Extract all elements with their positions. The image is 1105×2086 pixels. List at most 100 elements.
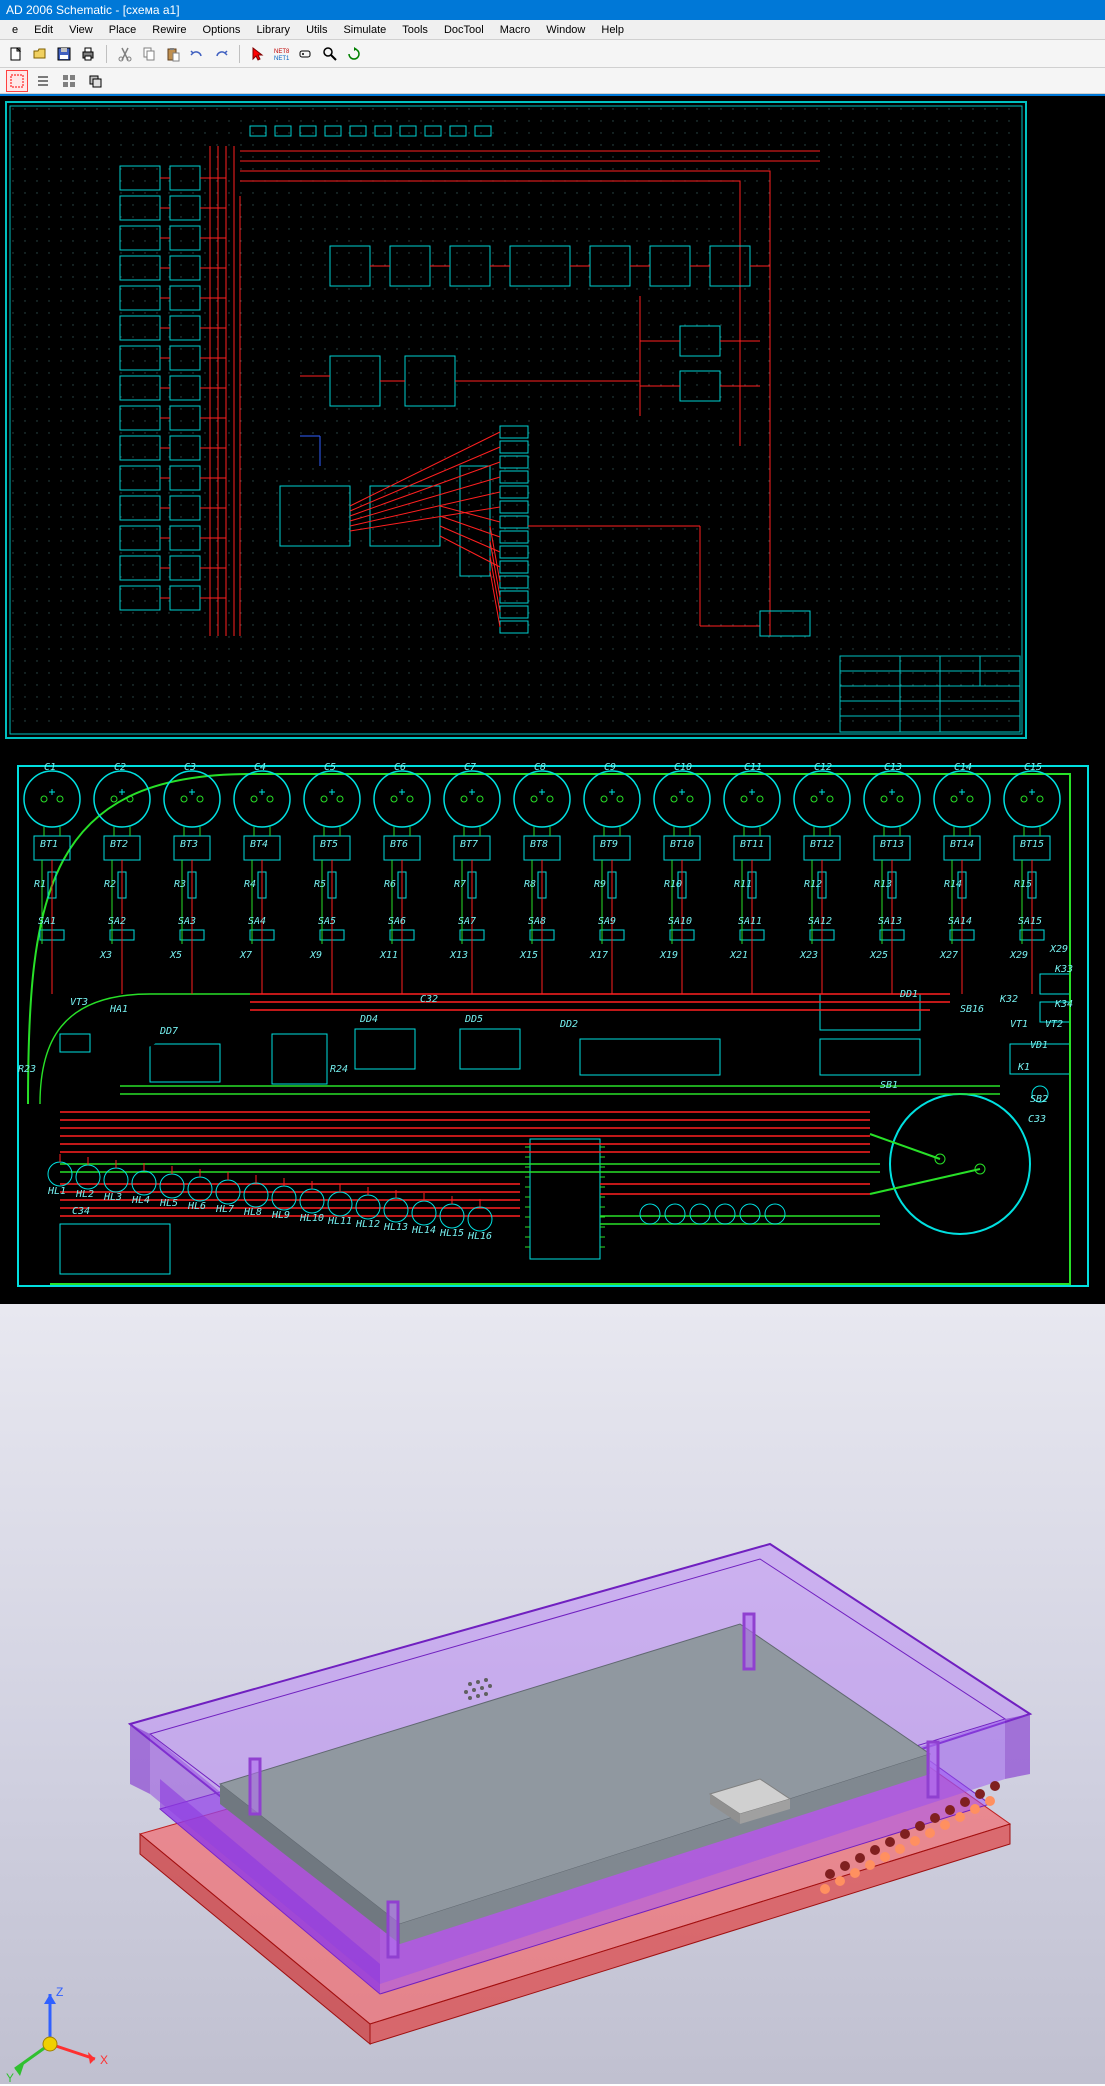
- pcb-label-HL3: HL3: [104, 1192, 122, 1203]
- pcb-label-BT14: BT14: [950, 839, 974, 850]
- menu-place[interactable]: Place: [101, 22, 145, 38]
- svg-text:NET8: NET8: [274, 49, 290, 55]
- pcb-label-VT2: VT2: [1045, 1019, 1063, 1030]
- layers-button[interactable]: [84, 70, 106, 92]
- pcb-label-R23: R23: [18, 1064, 36, 1075]
- axis-z-label: Z: [56, 1985, 63, 1999]
- pcb-label-HL8: HL8: [244, 1207, 262, 1218]
- pcb-label-SA4: SA4: [248, 916, 266, 927]
- schematic-svg: [0, 96, 1105, 744]
- menu-view[interactable]: View: [61, 22, 101, 38]
- pcb-label-BT8: BT8: [530, 839, 548, 850]
- paste-button[interactable]: [163, 44, 183, 64]
- new-button[interactable]: [6, 44, 26, 64]
- grid-mode-button[interactable]: [58, 70, 80, 92]
- save-button[interactable]: [54, 44, 74, 64]
- pcb-label-R9: R9: [594, 879, 606, 890]
- menu-edit[interactable]: Edit: [26, 22, 61, 38]
- pcb-label-BT9: BT9: [600, 839, 618, 850]
- zoom-button[interactable]: [320, 44, 340, 64]
- pcb-label-BT7: BT7: [460, 839, 478, 850]
- select-mode-button[interactable]: [6, 70, 28, 92]
- pcb-label-BT13: BT13: [880, 839, 904, 850]
- print-button[interactable]: [78, 44, 98, 64]
- pcb-label-SA2: SA2: [108, 916, 126, 927]
- pcb-label-SA10: SA10: [668, 916, 692, 927]
- 3d-view[interactable]: X Y Z: [0, 1304, 1105, 2084]
- redo-button[interactable]: [211, 44, 231, 64]
- pcb-label-VT1: VT1: [1010, 1019, 1028, 1030]
- pcb-label-X27: X27: [940, 950, 958, 961]
- pcb-label-HL6: HL6: [188, 1201, 206, 1212]
- pcb-label-C15: C15: [1024, 762, 1042, 773]
- pcb-label-SA9: SA9: [598, 916, 616, 927]
- pcb-label-BT5: BT5: [320, 839, 338, 850]
- open-button[interactable]: [30, 44, 50, 64]
- menu-library[interactable]: Library: [248, 22, 298, 38]
- pcb-label-HL2: HL2: [76, 1189, 94, 1200]
- pcb-label-HL16: HL16: [468, 1231, 492, 1242]
- pcb-label-HL15: HL15: [440, 1228, 464, 1239]
- menu-help[interactable]: Help: [593, 22, 632, 38]
- menu-doctool[interactable]: DocTool: [436, 22, 492, 38]
- select-tool-button[interactable]: [248, 44, 268, 64]
- pcb-label-K34: K34: [1055, 999, 1073, 1010]
- tag-button[interactable]: [296, 44, 316, 64]
- refresh-button[interactable]: [344, 44, 364, 64]
- pcb-label-DD7: DD7: [160, 1026, 178, 1037]
- copy-button[interactable]: [139, 44, 159, 64]
- menu-bar: e Edit View Place Rewire Options Library…: [0, 20, 1105, 40]
- pcb-label-K32: K32: [1000, 994, 1018, 1005]
- schematic-canvas[interactable]: [0, 94, 1105, 744]
- pcb-label-DD4: DD4: [360, 1014, 378, 1025]
- pcb-label-SA3: SA3: [178, 916, 196, 927]
- pcb-label-X29: X29: [1010, 950, 1028, 961]
- menu-tools[interactable]: Tools: [394, 22, 436, 38]
- pcb-label-C7: C7: [464, 762, 476, 773]
- pcb-label-DD1: DD1: [900, 989, 918, 1000]
- pcb-label-HA1: HA1: [110, 1004, 128, 1015]
- pcb-label-X23: X23: [800, 950, 818, 961]
- pcb-label-R14: R14: [944, 879, 962, 890]
- pcb-label-R4: R4: [244, 879, 256, 890]
- pcb-label-DD2: DD2: [560, 1019, 578, 1030]
- pcb-label-X25: X25: [870, 950, 888, 961]
- pcb-label-R7: R7: [454, 879, 466, 890]
- pcb-label-K33: K33: [1055, 964, 1073, 975]
- pcb-label-BT6: BT6: [390, 839, 408, 850]
- axis-y-label: Y: [6, 2071, 14, 2084]
- pcb-label-C14: C14: [954, 762, 972, 773]
- menu-options[interactable]: Options: [195, 22, 249, 38]
- cut-button[interactable]: [115, 44, 135, 64]
- pcb-label-SA1: SA1: [38, 916, 56, 927]
- mode-toolbar: [0, 68, 1105, 94]
- pcb-label-C4: C4: [254, 762, 266, 773]
- pcb-label-C11: C11: [744, 762, 762, 773]
- pcb-label-C8: C8: [534, 762, 546, 773]
- menu-utils[interactable]: Utils: [298, 22, 335, 38]
- net-name-button[interactable]: NET8NET1: [272, 44, 292, 64]
- menu-macro[interactable]: Macro: [492, 22, 539, 38]
- list-mode-button[interactable]: [32, 70, 54, 92]
- pcb-label-SA7: SA7: [458, 916, 476, 927]
- pcb-label-X15: X15: [520, 950, 538, 961]
- pcb-label-HL11: HL11: [328, 1216, 352, 1227]
- pcb-label-BT10: BT10: [670, 839, 694, 850]
- pcb-canvas[interactable]: C1BT1R1SA1C2BT2R2SA2C3BT3R3SA3C4BT4R4SA4…: [0, 744, 1105, 1304]
- menu-window[interactable]: Window: [538, 22, 593, 38]
- pcb-label-R12: R12: [804, 879, 822, 890]
- pcb-label-VT3: VT3: [70, 997, 88, 1008]
- main-toolbar: NET8NET1: [0, 40, 1105, 68]
- pcb-label-X5: X5: [170, 950, 182, 961]
- pcb-label-R24: R24: [330, 1064, 348, 1075]
- pcb-label-BT3: BT3: [180, 839, 198, 850]
- pcb-label-HL14: HL14: [412, 1225, 436, 1236]
- menu-simulate[interactable]: Simulate: [335, 22, 394, 38]
- pcb-label-R15: R15: [1014, 879, 1032, 890]
- undo-button[interactable]: [187, 44, 207, 64]
- pcb-label-HL10: HL10: [300, 1213, 324, 1224]
- menu-e[interactable]: e: [4, 22, 26, 38]
- menu-rewire[interactable]: Rewire: [144, 22, 194, 38]
- pcb-label-HL12: HL12: [356, 1219, 380, 1230]
- pcb-label-C1: C1: [44, 762, 56, 773]
